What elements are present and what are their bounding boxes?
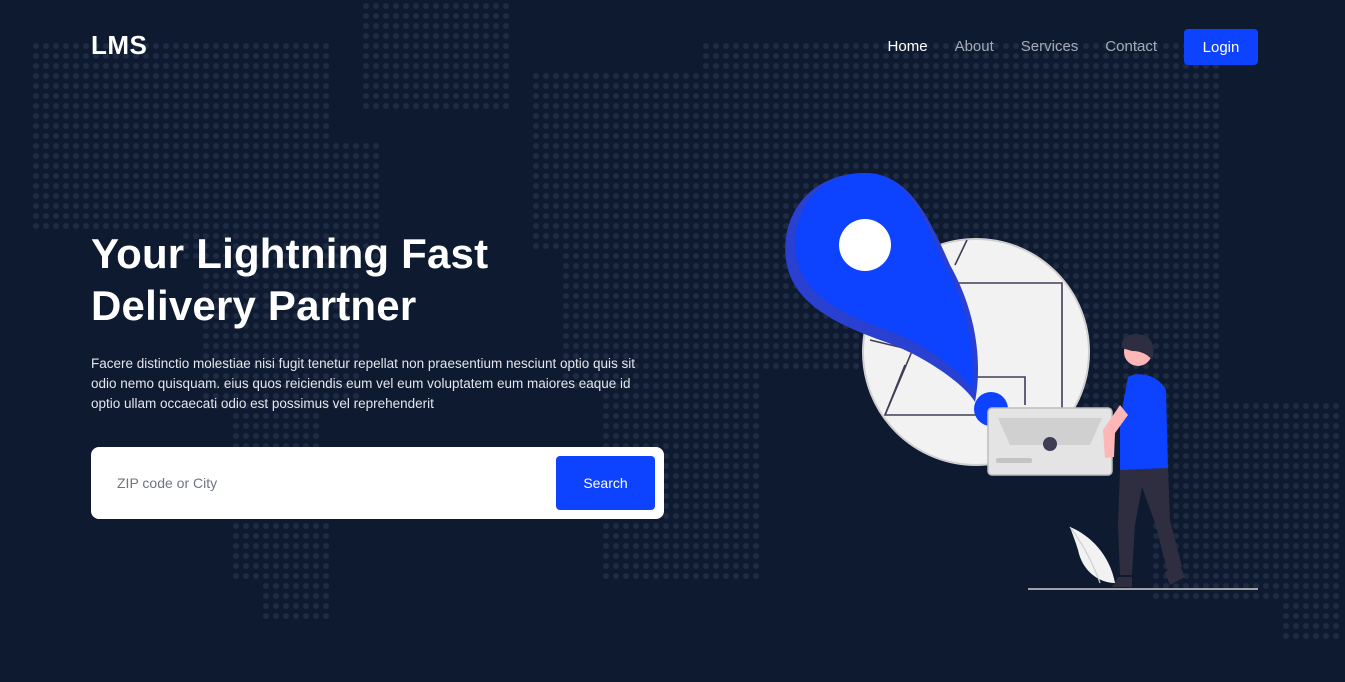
login-button[interactable]: Login (1184, 29, 1258, 65)
site-header: LMS Home About Services Contact Login (0, 0, 1345, 94)
delivery-illustration (785, 173, 1258, 590)
nav-link-contact[interactable]: Contact (1105, 29, 1157, 65)
brand-logo[interactable]: LMS (91, 30, 147, 61)
hero-title: Your Lightning Fast Delivery Partner (91, 230, 489, 329)
person-figure (1103, 334, 1185, 587)
nav-link-about[interactable]: About (955, 29, 994, 65)
main-nav: Home About Services Contact Login (888, 29, 1258, 65)
search-form: Search (91, 447, 664, 519)
laptop-icon (987, 407, 1113, 476)
search-button[interactable]: Search (556, 456, 655, 510)
plant-icon (1069, 526, 1115, 584)
hero-section: Your Lightning Fast Delivery Partner Fac… (91, 228, 671, 414)
search-input[interactable] (117, 467, 537, 499)
hero-description: Facere distinctio molestiae nisi fugit t… (91, 356, 636, 411)
nav-link-home[interactable]: Home (888, 29, 928, 65)
nav-link-services[interactable]: Services (1021, 29, 1079, 65)
